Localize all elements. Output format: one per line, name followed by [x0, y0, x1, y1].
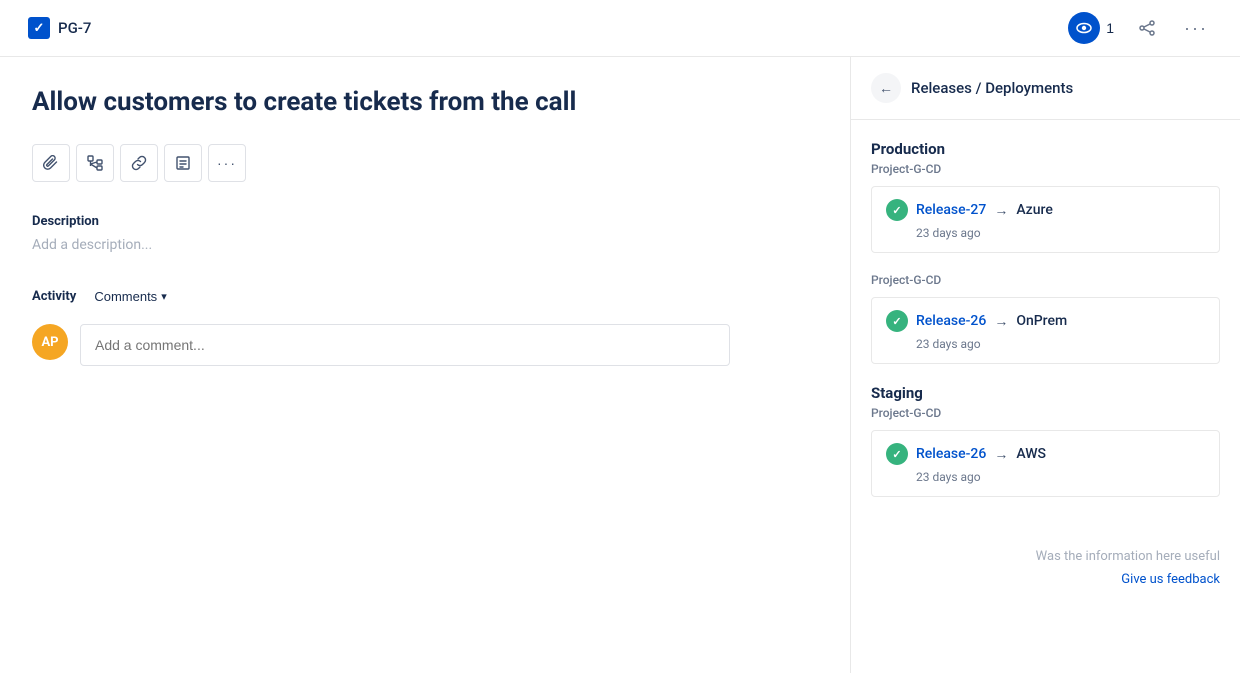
toolbar-ellipsis-icon: ···: [217, 155, 237, 171]
release-row-2: Release-26 → OnPrem: [886, 310, 1205, 332]
production-env-section-2: Project-G-CD Release-26 → OnPrem 23 days…: [871, 273, 1220, 364]
release-time-1: 23 days ago: [886, 226, 1205, 240]
back-arrow-icon: ←: [879, 80, 893, 96]
feedback-link[interactable]: Give us feedback: [1121, 572, 1220, 587]
chevron-down-icon: ▾: [161, 290, 167, 303]
child-issues-button[interactable]: [76, 144, 114, 182]
user-avatar: AP: [32, 324, 68, 360]
feedback-section: Was the information here useful Give us …: [851, 533, 1240, 603]
left-panel: Allow customers to create tickets from t…: [0, 57, 850, 673]
comment-row: AP: [32, 324, 818, 366]
release-26-onprem-link[interactable]: Release-26: [916, 313, 986, 329]
template-button[interactable]: [164, 144, 202, 182]
arrow-icon-2: →: [994, 313, 1008, 330]
attach-button[interactable]: [32, 144, 70, 182]
target-azure: Azure: [1016, 202, 1053, 218]
activity-label: Activity: [32, 289, 76, 304]
staging-env-section: Staging Project-G-CD Release-26 → AWS 23…: [871, 384, 1220, 497]
arrow-icon-3: →: [994, 446, 1008, 463]
success-check-icon-2: [886, 310, 908, 332]
action-toolbar: ···: [32, 144, 818, 182]
project-g-cd-label-3: Project-G-CD: [871, 406, 1220, 420]
feedback-text: Was the information here useful: [871, 549, 1220, 564]
env-staging-label: Staging: [871, 384, 1220, 402]
right-panel: ← Releases / Deployments Production Proj…: [850, 57, 1240, 673]
comments-filter-label: Comments: [94, 289, 157, 304]
target-onprem: OnPrem: [1016, 313, 1067, 329]
header-right: 1 ···: [1068, 12, 1212, 44]
release-26-aws-link[interactable]: Release-26: [916, 446, 986, 462]
watchers-button[interactable]: 1: [1068, 12, 1114, 44]
env-production-label: Production: [871, 140, 1220, 158]
description-section: Description Add a description...: [32, 214, 818, 253]
ticket-title: Allow customers to create tickets from t…: [32, 85, 652, 120]
project-g-cd-label-2: Project-G-CD: [871, 273, 1220, 287]
releases-content: Production Project-G-CD Release-27 → Azu…: [851, 120, 1240, 533]
comment-input[interactable]: [80, 324, 730, 366]
production-env-section: Production Project-G-CD Release-27 → Azu…: [871, 140, 1220, 253]
release-row-1: Release-27 → Azure: [886, 199, 1205, 221]
more-toolbar-button[interactable]: ···: [208, 144, 246, 182]
header-left: PG-7: [28, 17, 91, 39]
eye-icon: [1068, 12, 1100, 44]
success-check-icon-1: [886, 199, 908, 221]
ticket-id: PG-7: [58, 19, 91, 37]
watcher-count: 1: [1106, 20, 1114, 36]
release-card-1: Release-27 → Azure 23 days ago: [871, 186, 1220, 253]
top-header: PG-7 1: [0, 0, 1240, 57]
target-aws: AWS: [1016, 446, 1046, 462]
main-content: Allow customers to create tickets from t…: [0, 57, 1240, 673]
comments-filter-dropdown[interactable]: Comments ▾: [86, 285, 174, 308]
activity-section: Activity Comments ▾ AP: [32, 285, 818, 366]
link-button[interactable]: [120, 144, 158, 182]
releases-header: ← Releases / Deployments: [851, 57, 1240, 120]
release-time-2: 23 days ago: [886, 337, 1205, 351]
project-g-cd-label-1: Project-G-CD: [871, 162, 1220, 176]
releases-title: Releases / Deployments: [911, 79, 1073, 97]
ticket-status-checkbox[interactable]: [28, 17, 50, 39]
description-label: Description: [32, 214, 818, 229]
ellipsis-icon: ···: [1184, 18, 1208, 39]
success-check-icon-3: [886, 443, 908, 465]
arrow-icon-1: →: [994, 202, 1008, 219]
back-button[interactable]: ←: [871, 73, 901, 103]
release-card-3: Release-26 → AWS 23 days ago: [871, 430, 1220, 497]
more-options-button[interactable]: ···: [1180, 14, 1212, 43]
release-time-3: 23 days ago: [886, 470, 1205, 484]
description-placeholder[interactable]: Add a description...: [32, 237, 818, 253]
release-27-link[interactable]: Release-27: [916, 202, 986, 218]
release-row-3: Release-26 → AWS: [886, 443, 1205, 465]
activity-header: Activity Comments ▾: [32, 285, 818, 308]
release-card-2: Release-26 → OnPrem 23 days ago: [871, 297, 1220, 364]
share-button[interactable]: [1134, 15, 1160, 41]
